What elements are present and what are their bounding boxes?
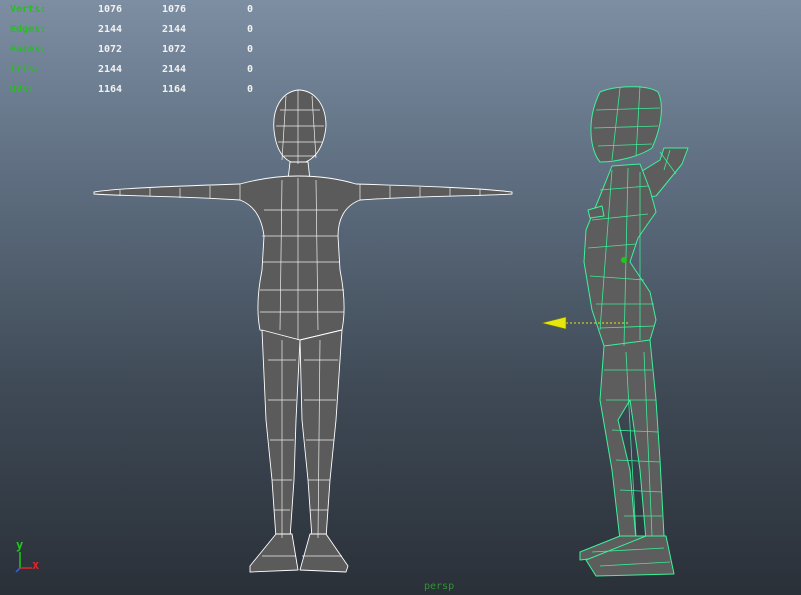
axis-x-label: x [32, 558, 40, 572]
side-character-mesh[interactable] [0, 0, 801, 595]
axis-y-label: y [16, 538, 24, 552]
camera-label: persp [424, 581, 455, 592]
persp-viewport[interactable]: Verts: 1076 1076 0 Edges: 2144 2144 0 Fa… [0, 0, 801, 595]
view-axis-indicator: y x [12, 538, 52, 576]
